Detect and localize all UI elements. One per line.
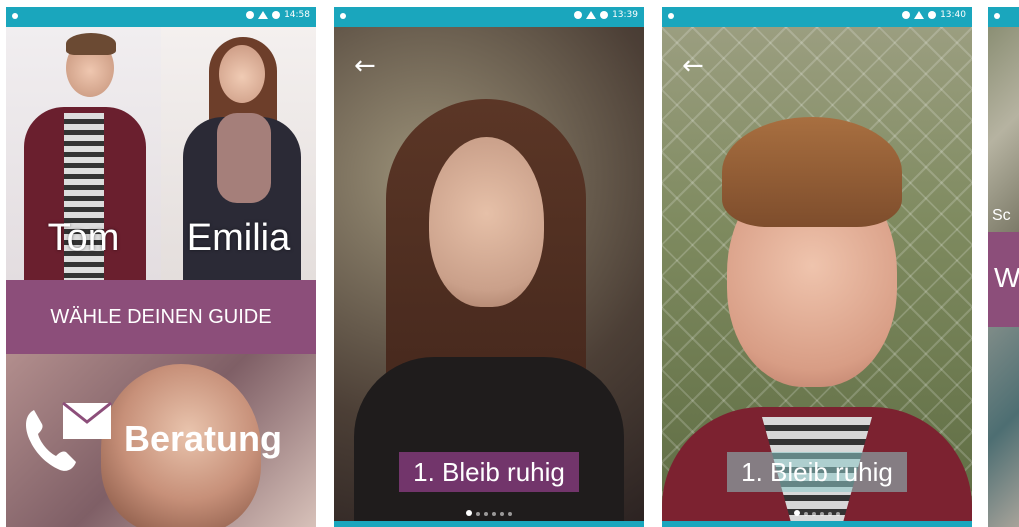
notification-icon <box>12 13 18 19</box>
tom-hair <box>722 117 902 227</box>
status-bar: 13:39 <box>334 7 644 27</box>
nav-bar <box>662 521 972 527</box>
signal-icon <box>914 11 925 19</box>
screen-partial: Sc W <box>988 7 1019 527</box>
page-dot[interactable] <box>804 512 808 516</box>
page-dot[interactable] <box>484 512 488 516</box>
page-dot[interactable] <box>492 512 496 516</box>
notification-icon <box>340 13 346 19</box>
step-caption: 1. Bleib ruhig <box>399 452 579 492</box>
screen-guide-emilia: 13:39 ← 1. Bleib ruhig <box>334 7 644 527</box>
partial-tile-top[interactable]: Sc <box>988 27 1019 232</box>
guide-card-tom[interactable]: Tom <box>6 27 161 280</box>
page-indicator <box>662 501 972 520</box>
guide-name-tom: Tom <box>47 217 120 259</box>
choose-guide-banner: WÄHLE DEINEN GUIDE <box>6 280 316 354</box>
status-bar: 14:58 <box>6 7 316 27</box>
choose-guide-label: WÄHLE DEINEN GUIDE <box>50 305 272 328</box>
alarm-icon <box>928 11 937 19</box>
back-arrow-icon[interactable]: ← <box>682 51 704 81</box>
status-time: 13:39 <box>612 10 638 20</box>
status-time: 14:58 <box>284 10 310 20</box>
guide-name-emilia: Emilia <box>186 217 291 259</box>
partial-tile-bottom[interactable] <box>988 327 1019 527</box>
mail-icon <box>62 402 112 439</box>
beratung-label: Beratung <box>124 418 283 459</box>
partial-banner: W <box>988 232 1019 327</box>
status-bar <box>988 7 1019 27</box>
status-time: 13:40 <box>940 10 966 20</box>
sync-icon <box>246 11 255 19</box>
partial-label-banner: W <box>994 262 1019 293</box>
partial-label-top: Sc <box>992 207 1011 224</box>
tom-hair <box>66 33 116 55</box>
signal-icon <box>258 11 269 19</box>
page-dot[interactable] <box>820 512 824 516</box>
page-dot[interactable] <box>466 510 472 516</box>
emilia-photo <box>219 45 265 103</box>
step-caption: 1. Bleib ruhig <box>727 452 907 492</box>
page-dot[interactable] <box>828 512 832 516</box>
screen-guide-selection: 14:58 Tom Emilia WÄHLE DEINEN GUIDE Bera… <box>6 7 316 527</box>
page-dot[interactable] <box>836 512 840 516</box>
back-arrow-icon[interactable]: ← <box>354 51 376 81</box>
alarm-icon <box>272 11 281 19</box>
nav-bar <box>334 521 644 527</box>
sync-icon <box>574 11 583 19</box>
page-dot[interactable] <box>508 512 512 516</box>
emilia-face <box>429 137 544 307</box>
emilia-scarf <box>217 113 271 203</box>
sync-icon <box>902 11 911 19</box>
page-dot[interactable] <box>794 510 800 516</box>
page-indicator <box>334 501 644 520</box>
alarm-icon <box>600 11 609 19</box>
page-dot[interactable] <box>812 512 816 516</box>
page-dot[interactable] <box>500 512 504 516</box>
signal-icon <box>586 11 597 19</box>
guide-card-emilia[interactable]: Emilia <box>161 27 316 280</box>
beratung-button[interactable]: Beratung <box>6 354 316 527</box>
notification-icon <box>668 13 674 19</box>
status-bar: 13:40 <box>662 7 972 27</box>
notification-icon <box>994 13 1000 19</box>
page-dot[interactable] <box>476 512 480 516</box>
screen-guide-tom: 13:40 ← 1. Bleib ruhig <box>662 7 972 527</box>
